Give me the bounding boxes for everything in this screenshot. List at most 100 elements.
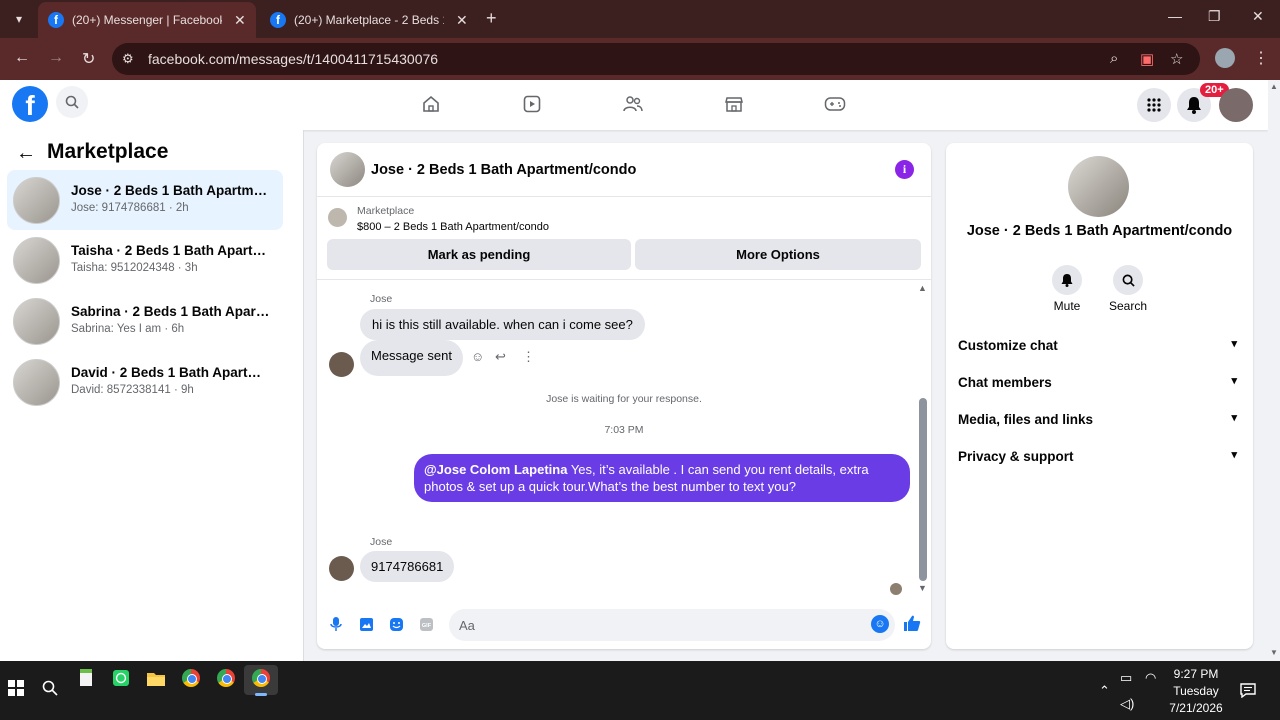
gaming-icon[interactable] <box>823 92 847 116</box>
thumbs-up-icon[interactable] <box>903 614 921 638</box>
section-label: Media, files and links <box>958 412 1094 427</box>
mention[interactable]: @Jose Colom Lapetina <box>424 462 567 477</box>
scroll-down-icon[interactable]: ▼ <box>918 583 927 593</box>
site-info-icon[interactable]: ⚙ <box>122 51 134 67</box>
tab-marketplace[interactable]: f (20+) Marketplace - 2 Beds 1 Ba ✕ <box>260 2 478 38</box>
bookmark-star-icon[interactable]: ☆ <box>1170 50 1183 68</box>
incoming-message[interactable]: Message sent <box>360 340 463 376</box>
battery-icon[interactable]: ▭ <box>1120 670 1132 686</box>
chrome-app-icon[interactable] <box>249 666 273 690</box>
conversation-item[interactable]: Taisha · 2 Beds 1 Bath Apartment/condo T… <box>7 230 283 290</box>
new-tab-button[interactable]: + <box>486 8 497 29</box>
react-emoji-icon[interactable]: ☺ <box>471 349 484 364</box>
reload-icon[interactable]: ↻ <box>82 49 95 69</box>
menu-grid-icon[interactable] <box>1137 88 1171 122</box>
file-explorer-icon[interactable] <box>144 666 168 690</box>
tab-search-icon[interactable]: ▾ <box>8 8 30 30</box>
browser-tab-bar: ▾ f (20+) Messenger | Facebook ✕ f (20+)… <box>0 0 1280 38</box>
incoming-message[interactable]: hi is this still available. when can i c… <box>360 309 645 340</box>
scroll-up-icon[interactable]: ▲ <box>1270 82 1278 91</box>
taskbar-search-icon[interactable] <box>38 676 62 700</box>
info-icon[interactable]: i <box>895 160 914 179</box>
divider <box>317 279 931 280</box>
conversation-item[interactable]: Jose · 2 Beds 1 Bath Apartment/condo Jos… <box>7 170 283 230</box>
facebook-logo-icon[interactable]: f <box>12 86 48 122</box>
zoom-icon[interactable]: ⌕ <box>1110 50 1118 67</box>
back-arrow-icon[interactable]: ← <box>16 142 36 165</box>
scroll-down-icon[interactable]: ▼ <box>1270 648 1278 657</box>
marketplace-inbox-panel: ← Marketplace Jose · 2 Beds 1 Bath Apart… <box>0 130 304 661</box>
chat-members-section[interactable]: Chat members ▾ <box>958 370 1241 398</box>
media-files-links-section[interactable]: Media, files and links ▾ <box>958 407 1241 435</box>
chevron-down-icon: ▾ <box>1231 375 1237 387</box>
marketplace-icon[interactable] <box>722 92 746 116</box>
notepad-app-icon[interactable] <box>74 666 98 690</box>
search-icon[interactable] <box>56 86 88 118</box>
close-tab-icon[interactable]: ✕ <box>234 12 246 29</box>
message-input[interactable]: Aa ☺ <box>449 609 895 641</box>
customize-chat-section[interactable]: Customize chat ▾ <box>958 333 1241 361</box>
conversation-preview: Taisha: 9512024348 · 3h <box>71 262 198 274</box>
friends-icon[interactable] <box>621 92 645 116</box>
close-window-button[interactable]: ✕ <box>1252 8 1264 25</box>
mute-bell-icon[interactable] <box>1052 265 1082 295</box>
chat-title[interactable]: Jose · 2 Beds 1 Bath Apartment/condo <box>371 162 636 178</box>
more-actions-icon[interactable]: ⋮ <box>522 349 535 365</box>
seen-indicator-avatar <box>890 583 902 595</box>
windows-start-icon[interactable] <box>4 676 28 700</box>
back-arrow-icon[interactable]: ← <box>14 49 30 67</box>
privacy-support-section[interactable]: Privacy & support ▾ <box>958 444 1241 472</box>
search-icon[interactable] <box>1113 265 1143 295</box>
account-avatar[interactable] <box>1219 88 1253 122</box>
listing-thumbnail[interactable] <box>328 208 347 227</box>
tab-messenger[interactable]: f (20+) Messenger | Facebook ✕ <box>38 2 256 38</box>
video-icon[interactable] <box>520 92 544 116</box>
chevron-down-icon: ▾ <box>1231 449 1237 461</box>
chat-scrollbar[interactable]: ▲ ▼ <box>918 283 928 595</box>
sticker-icon[interactable] <box>387 615 405 633</box>
browser-menu-icon[interactable]: ⋮ <box>1253 48 1269 68</box>
conversation-item[interactable]: David · 2 Beds 1 Bath Apartment/condo Da… <box>7 352 283 412</box>
chrome-app-icon[interactable] <box>214 666 238 690</box>
chat-avatar[interactable] <box>1068 156 1129 217</box>
forward-arrow-icon[interactable]: → <box>48 49 64 67</box>
whatsapp-app-icon[interactable] <box>109 666 133 690</box>
show-hidden-icons-chevron-icon[interactable]: ⌃ <box>1099 683 1110 699</box>
action-center-icon[interactable] <box>1240 683 1256 702</box>
sender-avatar[interactable] <box>329 556 354 581</box>
volume-icon[interactable]: ◁) <box>1120 696 1134 712</box>
mark-as-pending-button[interactable]: Mark as pending <box>327 239 631 270</box>
active-app-indicator <box>255 693 267 696</box>
browser-profile-avatar[interactable] <box>1215 48 1235 68</box>
emoji-icon[interactable]: ☺ <box>871 615 889 633</box>
microphone-icon[interactable] <box>327 615 345 633</box>
windows-taskbar: ⌃ ▭ ◠ ◁) 9:27 PM Tuesday 7/21/2026 <box>0 661 1280 720</box>
chrome-app-icon[interactable] <box>179 666 203 690</box>
sender-name: Jose <box>370 293 393 305</box>
facebook-favicon-icon: f <box>48 12 64 28</box>
system-clock[interactable]: 9:27 PM Tuesday 7/21/2026 <box>1160 666 1232 717</box>
wifi-icon[interactable]: ◠ <box>1145 670 1156 686</box>
page-scrollbar[interactable]: ▲ ▼ <box>1268 80 1280 661</box>
minimize-button[interactable]: — <box>1168 8 1182 24</box>
photo-icon[interactable] <box>357 615 375 633</box>
reply-icon[interactable]: ↩ <box>495 349 506 365</box>
scroll-up-icon[interactable]: ▲ <box>918 283 927 293</box>
cast-icon[interactable]: ▣ <box>1140 50 1154 68</box>
maximize-button[interactable]: ❐ <box>1208 8 1221 25</box>
incoming-message[interactable]: 9174786681 <box>360 551 455 582</box>
sender-avatar[interactable] <box>329 352 354 377</box>
listing-price-title[interactable]: $800 – 2 Beds 1 Bath Apartment/condo <box>357 221 549 233</box>
outgoing-message[interactable]: @Jose Colom Lapetina Yes, it’s available… <box>414 454 910 502</box>
gif-icon[interactable]: GIF <box>417 615 435 633</box>
more-options-button[interactable]: More Options <box>635 239 921 270</box>
url-text[interactable]: facebook.com/messages/t/1400411715430076 <box>148 51 438 67</box>
home-icon[interactable] <box>419 92 443 116</box>
chat-avatar[interactable] <box>330 152 365 187</box>
listing-thumbnail <box>13 237 60 284</box>
conversation-title: Jose · 2 Beds 1 Bath Apartment/condo <box>71 183 271 198</box>
address-bar[interactable]: ⚙ facebook.com/messages/t/14004117154300… <box>112 43 1200 75</box>
close-tab-icon[interactable]: ✕ <box>456 12 468 29</box>
conversation-item[interactable]: Sabrina · 2 Beds 1 Bath Apartment/condo … <box>7 291 283 351</box>
mute-label: Mute <box>1053 299 1081 313</box>
